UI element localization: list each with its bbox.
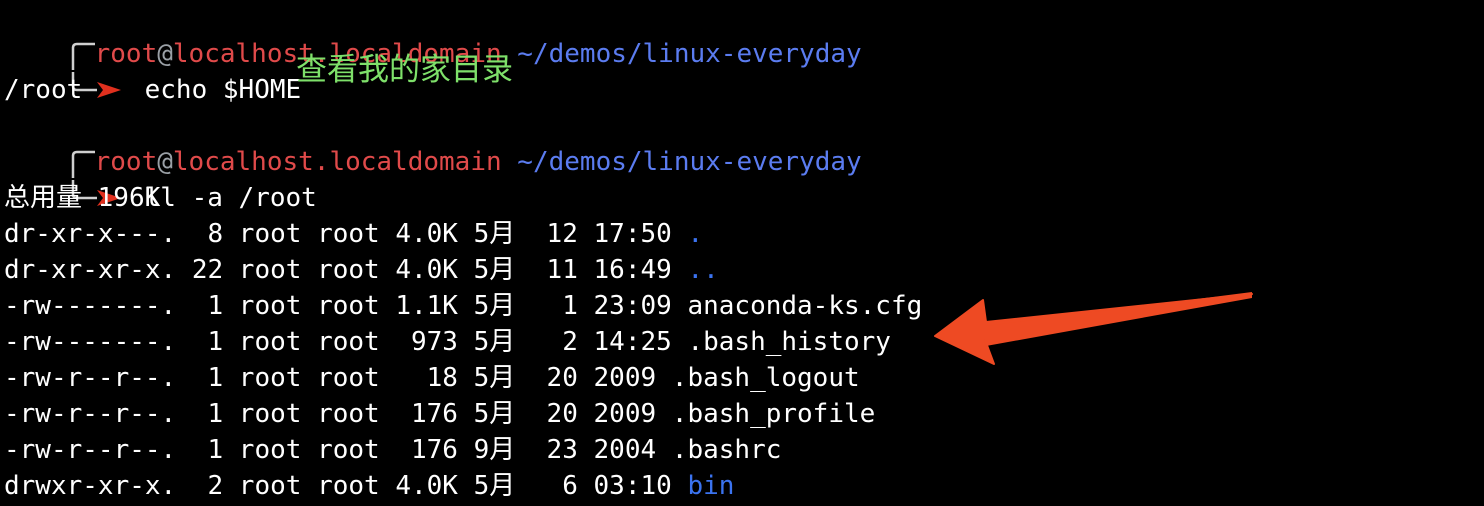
file-name: .bash_profile	[671, 399, 876, 429]
file-name: .bash_logout	[671, 363, 860, 393]
command-line-2[interactable]: ll -a /root	[4, 144, 317, 213]
prompt-path: ~/demos/linux-everyday	[517, 39, 862, 69]
command-line-1[interactable]: echo $HOME	[4, 36, 301, 105]
file-meta: drwxr-xr-x. 2 root root 4.0K 5月 6 03:10	[4, 471, 688, 501]
directory-name: .	[687, 219, 704, 249]
prompt-line-2: root@localhost.localdomain ~/demos/linux…	[4, 108, 862, 178]
prompt-line-1: root@localhost.localdomain ~/demos/linux…	[4, 0, 862, 70]
file-meta: dr-xr-x---. 8 root root 4.0K 5月 12 17:50	[4, 219, 688, 249]
file-name: .bash_history	[687, 327, 891, 357]
file-row: -rw-------. 1 root root 1.1K 5月 1 23:09 …	[4, 288, 922, 324]
directory-name: ..	[687, 255, 719, 285]
command-text: ll -a /root	[144, 183, 317, 213]
file-meta: -rw-------. 1 root root 973 5月 2 14:25	[4, 327, 688, 357]
prompt-path: ~/demos/linux-everyday	[517, 147, 862, 177]
file-row: drwxr-xr-x. 2 root root 4.0K 5月 6 03:10 …	[4, 468, 734, 504]
annotation-text: 查看我的家目录	[296, 52, 513, 88]
directory-name: bin	[687, 471, 735, 501]
file-row: -rw-r--r--. 1 root root 176 9月 23 2004 .…	[4, 432, 781, 468]
file-name: anaconda-ks.cfg	[687, 291, 923, 321]
file-row: dr-xr-xr-x. 22 root root 4.0K 5月 11 16:4…	[4, 252, 719, 288]
file-row: -rw-------. 1 root root 973 5月 2 14:25 .…	[4, 324, 891, 360]
command-text: echo $HOME	[144, 75, 302, 105]
terminal[interactable]: root@localhost.localdomain ~/demos/linux…	[4, 0, 1484, 506]
file-name: .bashrc	[671, 435, 782, 465]
file-meta: dr-xr-xr-x. 22 root root 4.0K 5月 11 16:4…	[4, 255, 688, 285]
file-row: -rw-r--r--. 1 root root 18 5月 20 2009 .b…	[4, 360, 860, 396]
file-row: dr-xr-x---. 8 root root 4.0K 5月 12 17:50…	[4, 216, 703, 252]
file-meta: -rw-------. 1 root root 1.1K 5月 1 23:09	[4, 291, 688, 321]
file-meta: -rw-r--r--. 1 root root 176 9月 23 2004	[4, 435, 672, 465]
file-meta: -rw-r--r--. 1 root root 176 5月 20 2009	[4, 399, 672, 429]
file-meta: -rw-r--r--. 1 root root 18 5月 20 2009	[4, 363, 672, 393]
file-row: -rw-r--r--. 1 root root 176 5月 20 2009 .…	[4, 396, 875, 432]
listing-total: 总用量 196K	[4, 183, 161, 213]
echo-output: /root	[4, 75, 83, 105]
